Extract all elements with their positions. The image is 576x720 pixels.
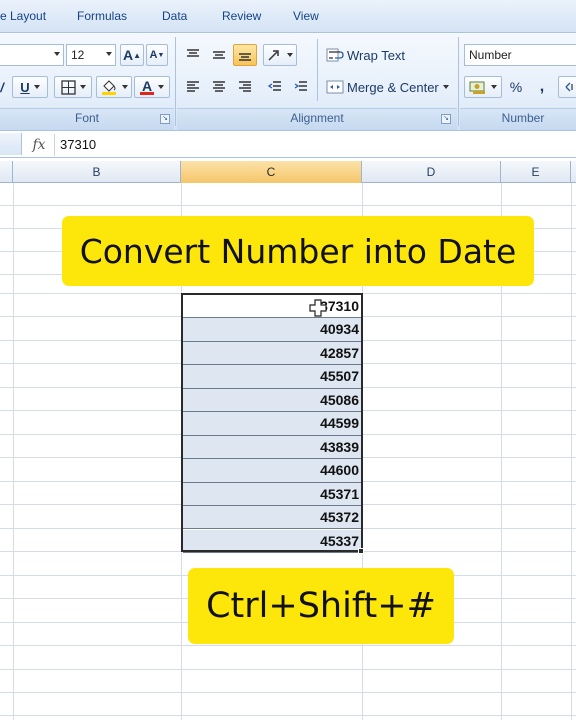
tab-review[interactable]: Review <box>222 9 261 23</box>
align-right-icon <box>239 81 251 92</box>
align-center-icon <box>213 81 225 92</box>
column-header-d[interactable]: D <box>362 161 501 183</box>
number-format-combo[interactable]: Number <box>464 44 576 66</box>
accounting-format-button[interactable] <box>464 76 502 98</box>
percent-icon: % <box>509 79 523 95</box>
comma-style-button[interactable]: , <box>530 76 554 98</box>
ribbon-tab-bar: e Layout Formulas Data Review View <box>0 0 576 33</box>
title-banner: Convert Number into Date <box>62 216 534 286</box>
align-bottom-button[interactable] <box>233 44 257 66</box>
shrink-font-icon: A <box>149 49 158 61</box>
column-header-bar: B C D E <box>0 161 576 183</box>
align-right-button[interactable] <box>233 76 257 98</box>
gridline <box>0 205 576 206</box>
inner-divider <box>317 39 318 101</box>
tab-view[interactable]: View <box>293 9 319 23</box>
ribbon: 12 A ▲ A ▼ / U A Font ↘ Wrap Text Merge … <box>0 33 576 130</box>
gridline <box>13 183 14 720</box>
gridline <box>571 183 572 720</box>
wrap-text-icon <box>326 48 344 62</box>
align-top-button[interactable] <box>181 44 205 66</box>
percent-style-button[interactable]: % <box>504 76 528 98</box>
font-color-icon: A <box>141 77 153 94</box>
group-divider <box>458 37 459 126</box>
column-header-c[interactable]: C <box>181 161 362 183</box>
formula-input[interactable]: 37310 <box>60 137 96 152</box>
grow-font-icon: A <box>122 47 134 63</box>
tab-data[interactable]: Data <box>162 9 187 23</box>
name-box[interactable] <box>0 133 22 155</box>
wrap-text-button[interactable]: Wrap Text <box>323 44 427 66</box>
align-bottom-icon <box>239 53 251 61</box>
gridline <box>0 692 576 693</box>
alignment-dialog-launcher-icon[interactable]: ↘ <box>441 114 451 124</box>
align-middle-icon <box>213 51 225 59</box>
chevron-down-icon <box>106 52 112 56</box>
grow-font-button[interactable]: A ▲ <box>120 44 144 66</box>
align-left-icon <box>187 81 199 92</box>
wrap-text-label: Wrap Text <box>347 47 406 63</box>
font-group: 12 A ▲ A ▼ / U A Font ↘ <box>0 33 174 130</box>
formula-bar-divider <box>54 134 55 156</box>
increase-decimal-icon <box>565 82 573 92</box>
underline-icon: U <box>20 79 30 95</box>
decrease-indent-icon <box>268 81 281 91</box>
alignment-group-label: Alignment <box>290 111 344 125</box>
column-header-e[interactable]: E <box>501 161 571 183</box>
font-color-button[interactable]: A <box>134 76 170 98</box>
underline-button[interactable]: U <box>12 76 48 98</box>
align-middle-button[interactable] <box>207 44 231 66</box>
gridline <box>0 669 576 670</box>
insert-function-icon[interactable]: fx <box>26 134 52 156</box>
shrink-font-button[interactable]: A ▼ <box>146 44 168 66</box>
shortcut-banner: Ctrl+Shift+# <box>188 568 454 644</box>
increase-decimal-button[interactable] <box>558 76 576 98</box>
gridline <box>0 645 576 646</box>
currency-icon <box>469 81 485 94</box>
merge-center-label: Merge & Center <box>347 79 439 95</box>
tab-formulas[interactable]: Formulas <box>77 9 127 23</box>
formula-bar: fx 37310 <box>0 130 576 158</box>
selection-range <box>181 293 363 552</box>
align-center-button[interactable] <box>207 76 231 98</box>
borders-icon <box>60 79 76 95</box>
font-size-combo[interactable]: 12 <box>66 44 116 66</box>
decrease-indent-button[interactable] <box>263 76 287 98</box>
fill-handle[interactable] <box>358 548 364 554</box>
borders-button[interactable] <box>54 76 92 98</box>
text-orientation-icon <box>268 50 279 61</box>
align-top-icon <box>187 49 199 57</box>
tab-page-layout[interactable]: e Layout <box>0 9 46 23</box>
column-header-b[interactable]: B <box>13 161 181 183</box>
paint-bucket-icon <box>102 80 116 95</box>
group-divider <box>175 37 176 126</box>
italic-button[interactable]: / <box>0 76 8 98</box>
font-dialog-launcher-icon[interactable]: ↘ <box>160 114 170 124</box>
column-header-a[interactable] <box>0 161 13 183</box>
cell-cursor-icon <box>309 299 327 317</box>
number-group-label: Number <box>501 111 545 125</box>
merge-cells-icon <box>326 80 344 94</box>
fill-color-button[interactable] <box>96 76 132 98</box>
comma-icon: , <box>539 78 545 95</box>
gridline <box>0 715 576 716</box>
increase-indent-button[interactable] <box>289 76 313 98</box>
alignment-group: Wrap Text Merge & Center Alignment ↘ <box>177 33 457 130</box>
italic-icon: / <box>0 79 4 95</box>
increase-indent-icon <box>294 81 307 91</box>
orientation-button[interactable] <box>263 44 297 66</box>
align-left-button[interactable] <box>181 76 205 98</box>
chevron-down-icon <box>54 52 60 56</box>
merge-center-button[interactable]: Merge & Center <box>323 76 451 98</box>
font-group-label: Font <box>74 111 99 125</box>
font-name-combo[interactable] <box>0 44 64 66</box>
font-size-value: 12 <box>71 48 85 62</box>
number-format-value: Number <box>469 48 512 62</box>
number-group: Number % , Number <box>460 33 576 130</box>
